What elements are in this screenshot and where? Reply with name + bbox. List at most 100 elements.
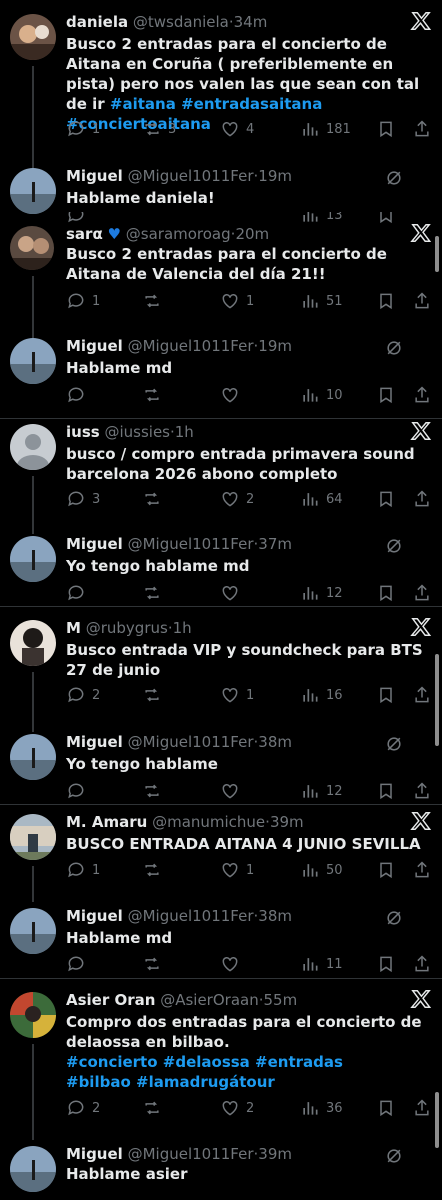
hashtag-link[interactable]: #delaossa: [163, 1053, 250, 1071]
user-handle[interactable]: @Miguel1011Fer: [128, 167, 254, 185]
bookmark-button[interactable]: [376, 118, 402, 140]
reply-button[interactable]: 1: [66, 290, 100, 312]
avatar[interactable]: [10, 908, 56, 954]
hashtag-link[interactable]: #bilbao: [66, 1073, 131, 1091]
avatar[interactable]: [10, 620, 56, 666]
avatar[interactable]: [10, 226, 54, 270]
reply-button[interactable]: 1: [66, 118, 100, 140]
display-name[interactable]: Miguel: [66, 907, 123, 925]
bookmark-button[interactable]: [376, 582, 402, 604]
like-button[interactable]: [220, 780, 246, 802]
user-handle[interactable]: @iussies: [104, 423, 170, 441]
repost-button[interactable]: [142, 488, 168, 510]
hashtag-link[interactable]: #lamadrugátour: [136, 1073, 275, 1091]
display-name[interactable]: M: [66, 619, 81, 637]
display-name[interactable]: Miguel: [66, 1145, 123, 1163]
views-button[interactable]: 181: [300, 118, 351, 140]
hashtag-link[interactable]: #entradas: [255, 1053, 343, 1071]
repost-button[interactable]: 3: [142, 118, 176, 140]
avatar[interactable]: [10, 1146, 56, 1192]
reply-button[interactable]: [66, 953, 92, 975]
timestamp[interactable]: 39m: [270, 813, 304, 831]
hashtag-link[interactable]: #entradasaitana: [181, 95, 322, 113]
grok-icon[interactable]: [384, 908, 404, 928]
display-name[interactable]: Miguel: [66, 337, 123, 355]
repost-button[interactable]: [142, 582, 168, 604]
display-name[interactable]: iuss: [66, 423, 100, 441]
repost-button[interactable]: [142, 780, 168, 802]
bookmark-button[interactable]: [376, 1097, 402, 1119]
views-button[interactable]: 64: [300, 488, 343, 510]
bookmark-button[interactable]: [376, 859, 402, 881]
timestamp[interactable]: 34m: [234, 13, 268, 31]
user-handle[interactable]: @saramoroag: [126, 225, 231, 243]
views-button[interactable]: 51: [300, 290, 343, 312]
grok-icon[interactable]: [384, 338, 404, 358]
share-button[interactable]: [412, 488, 438, 510]
hashtag-link[interactable]: #aitana: [110, 95, 176, 113]
bookmark-button[interactable]: [376, 780, 402, 802]
bookmark-button[interactable]: [376, 953, 402, 975]
display-name[interactable]: Miguel: [66, 167, 123, 185]
views-button[interactable]: 10: [300, 384, 343, 406]
timestamp[interactable]: 1h: [173, 619, 192, 637]
like-button[interactable]: [220, 582, 246, 604]
reply-button[interactable]: [66, 384, 92, 406]
reply-button[interactable]: 2: [66, 1097, 100, 1119]
avatar[interactable]: [10, 424, 56, 470]
bookmark-button[interactable]: [376, 684, 402, 706]
timestamp[interactable]: 38m: [258, 907, 292, 925]
grok-icon[interactable]: [384, 734, 404, 754]
grok-icon[interactable]: [384, 1146, 404, 1166]
reply-button[interactable]: [66, 582, 92, 604]
repost-button[interactable]: [142, 953, 168, 975]
repost-button[interactable]: [142, 384, 168, 406]
user-handle[interactable]: @rubygrus: [86, 619, 168, 637]
repost-button[interactable]: [142, 290, 168, 312]
avatar[interactable]: [10, 338, 56, 384]
views-button[interactable]: 50: [300, 859, 343, 881]
like-button[interactable]: 4: [220, 118, 254, 140]
user-handle[interactable]: @twsdaniela: [133, 13, 229, 31]
user-handle[interactable]: @Miguel1011Fer: [128, 337, 254, 355]
user-handle[interactable]: @Miguel1011Fer: [128, 733, 254, 751]
user-handle[interactable]: @Miguel1011Fer: [128, 535, 254, 553]
hashtag-link[interactable]: #concierto: [66, 1053, 158, 1071]
reply-button[interactable]: 2: [66, 684, 100, 706]
timestamp[interactable]: 1h: [175, 423, 194, 441]
like-button[interactable]: [220, 953, 246, 975]
scrollbar[interactable]: [435, 236, 439, 272]
reply-button[interactable]: 3: [66, 488, 100, 510]
user-handle[interactable]: @AsierOraan: [160, 991, 259, 1009]
grok-icon[interactable]: [384, 536, 404, 556]
avatar[interactable]: [10, 168, 56, 214]
share-button[interactable]: [412, 953, 438, 975]
avatar[interactable]: [10, 814, 56, 860]
display-name[interactable]: daniela: [66, 13, 128, 31]
share-button[interactable]: [412, 290, 438, 312]
repost-button[interactable]: [142, 859, 168, 881]
like-button[interactable]: 2: [220, 488, 254, 510]
repost-button[interactable]: [142, 1097, 168, 1119]
like-button[interactable]: 1: [220, 859, 254, 881]
timestamp[interactable]: 55m: [264, 991, 298, 1009]
display-name[interactable]: Miguel: [66, 733, 123, 751]
like-button[interactable]: 2: [220, 1097, 254, 1119]
user-handle[interactable]: @Miguel1011Fer: [128, 907, 254, 925]
timestamp[interactable]: 38m: [258, 733, 292, 751]
display-name[interactable]: sarα: [66, 225, 103, 243]
timestamp[interactable]: 19m: [258, 337, 292, 355]
user-handle[interactable]: @manumichue: [152, 813, 265, 831]
bookmark-button[interactable]: [376, 488, 402, 510]
like-button[interactable]: [220, 384, 246, 406]
avatar[interactable]: [10, 14, 56, 60]
share-button[interactable]: [412, 582, 438, 604]
share-button[interactable]: [412, 384, 438, 406]
timestamp[interactable]: 19m: [258, 167, 292, 185]
avatar[interactable]: [10, 992, 56, 1038]
like-button[interactable]: 1: [220, 684, 254, 706]
timestamp[interactable]: 37m: [258, 535, 292, 553]
user-handle[interactable]: @Miguel1011Fer: [128, 1145, 254, 1163]
share-button[interactable]: [412, 780, 438, 802]
avatar[interactable]: [10, 536, 56, 582]
